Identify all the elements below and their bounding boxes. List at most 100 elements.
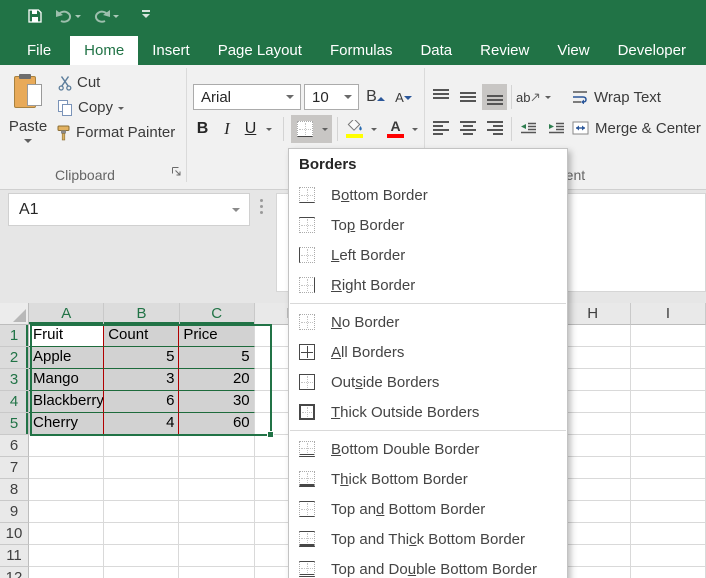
orientation-button[interactable]: ab xyxy=(516,84,541,110)
cut-button[interactable]: Cut xyxy=(58,74,100,91)
cell-A12[interactable] xyxy=(29,567,104,578)
menu-item-bottom-double-border[interactable]: Bottom Double Border xyxy=(289,434,567,464)
align-left-button[interactable] xyxy=(428,114,453,142)
clipboard-dialog-launcher-icon[interactable] xyxy=(171,164,182,182)
tab-insert[interactable]: Insert xyxy=(138,36,204,65)
cell-C5[interactable]: 60 xyxy=(179,413,254,435)
row-header-4[interactable]: 4 xyxy=(0,391,29,413)
menu-item-no-border[interactable]: No Border xyxy=(289,307,567,337)
cell-I11[interactable] xyxy=(631,545,706,567)
cell-I12[interactable] xyxy=(631,567,706,578)
row-header-2[interactable]: 2 xyxy=(0,347,29,369)
row-header-1[interactable]: 1 xyxy=(0,325,29,347)
cell-C7[interactable] xyxy=(179,457,254,479)
cell-B4[interactable]: 6 xyxy=(104,391,179,413)
customize-quick-access-icon[interactable] xyxy=(142,10,150,22)
bold-button[interactable]: B xyxy=(191,115,214,143)
cell-B5[interactable]: 4 xyxy=(104,413,179,435)
cell-C8[interactable] xyxy=(179,479,254,501)
column-header-a[interactable]: A xyxy=(29,303,104,325)
wrap-text-button[interactable]: Wrap Text xyxy=(572,84,661,110)
cell-B10[interactable] xyxy=(104,523,179,545)
tab-formulas[interactable]: Formulas xyxy=(316,36,407,65)
decrease-indent-button[interactable] xyxy=(516,114,541,142)
cell-I1[interactable] xyxy=(631,325,706,347)
cell-B1[interactable]: Count xyxy=(104,325,179,347)
menu-item-all-borders[interactable]: All Borders xyxy=(289,337,567,367)
middle-align-button[interactable] xyxy=(455,84,480,110)
cell-C12[interactable] xyxy=(179,567,254,578)
save-icon[interactable] xyxy=(24,5,46,27)
cell-A3[interactable]: Mango xyxy=(29,369,104,391)
borders-button[interactable] xyxy=(291,115,318,143)
cell-A11[interactable] xyxy=(29,545,104,567)
copy-dropdown-icon[interactable] xyxy=(118,107,124,113)
cell-I2[interactable] xyxy=(631,347,706,369)
row-header-9[interactable]: 9 xyxy=(0,501,29,523)
cell-B11[interactable] xyxy=(104,545,179,567)
font-color-button[interactable]: A xyxy=(383,115,408,143)
cell-B9[interactable] xyxy=(104,501,179,523)
row-header-6[interactable]: 6 xyxy=(0,435,29,457)
font-color-dropdown[interactable] xyxy=(408,115,421,143)
font-size-combo[interactable]: 10 xyxy=(304,84,359,110)
cell-A6[interactable] xyxy=(29,435,104,457)
cell-B8[interactable] xyxy=(104,479,179,501)
cell-A4[interactable]: Blackberry xyxy=(29,391,104,413)
tab-view[interactable]: View xyxy=(543,36,603,65)
name-box-dropdown-icon[interactable] xyxy=(232,208,240,216)
tab-home[interactable]: Home xyxy=(70,36,138,65)
shrink-font-button[interactable]: A xyxy=(391,84,416,110)
cell-A1[interactable]: Fruit xyxy=(29,325,104,347)
cell-C3[interactable]: 20 xyxy=(179,369,254,391)
copy-button[interactable]: Copy xyxy=(58,99,124,116)
menu-item-top-and-double-bottom-border[interactable]: Top and Double Bottom Border xyxy=(289,554,567,578)
tab-data[interactable]: Data xyxy=(406,36,466,65)
align-right-button[interactable] xyxy=(482,114,507,142)
align-center-button[interactable] xyxy=(455,114,480,142)
menu-item-top-and-bottom-border[interactable]: Top and Bottom Border xyxy=(289,494,567,524)
menu-item-outside-borders[interactable]: Outside Borders xyxy=(289,367,567,397)
paste-dropdown-icon[interactable] xyxy=(24,139,32,147)
cell-I10[interactable] xyxy=(631,523,706,545)
menu-item-thick-bottom-border[interactable]: Thick Bottom Border xyxy=(289,464,567,494)
name-box[interactable]: A1 xyxy=(8,193,250,226)
cell-C9[interactable] xyxy=(179,501,254,523)
row-header-12[interactable]: 12 xyxy=(0,567,29,578)
bottom-align-button[interactable] xyxy=(482,84,507,110)
menu-item-bottom-border[interactable]: Bottom Border xyxy=(289,180,567,210)
cell-C2[interactable]: 5 xyxy=(179,347,254,369)
cell-C11[interactable] xyxy=(179,545,254,567)
grow-font-button[interactable]: B xyxy=(363,84,388,110)
cell-C6[interactable] xyxy=(179,435,254,457)
cell-B12[interactable] xyxy=(104,567,179,578)
row-header-11[interactable]: 11 xyxy=(0,545,29,567)
cell-B6[interactable] xyxy=(104,435,179,457)
top-align-button[interactable] xyxy=(428,84,453,110)
fill-color-button[interactable] xyxy=(342,115,367,143)
cell-B7[interactable] xyxy=(104,457,179,479)
underline-dropdown[interactable] xyxy=(261,115,276,143)
italic-button[interactable]: I xyxy=(217,115,237,143)
cell-A10[interactable] xyxy=(29,523,104,545)
borders-dropdown-button[interactable] xyxy=(318,115,332,143)
cell-I7[interactable] xyxy=(631,457,706,479)
cell-A2[interactable]: Apple xyxy=(29,347,104,369)
format-painter-button[interactable]: Format Painter xyxy=(56,124,175,141)
menu-item-top-and-thick-bottom-border[interactable]: Top and Thick Bottom Border xyxy=(289,524,567,554)
cell-I6[interactable] xyxy=(631,435,706,457)
tab-file[interactable]: File xyxy=(8,36,70,65)
tab-developer[interactable]: Developer xyxy=(604,36,700,65)
row-header-10[interactable]: 10 xyxy=(0,523,29,545)
menu-item-right-border[interactable]: Right Border xyxy=(289,270,567,300)
increase-indent-button[interactable] xyxy=(544,114,569,142)
row-header-7[interactable]: 7 xyxy=(0,457,29,479)
font-name-dropdown-icon[interactable] xyxy=(286,95,294,103)
tab-page-layout[interactable]: Page Layout xyxy=(204,36,316,65)
redo-dropdown-icon[interactable] xyxy=(113,15,119,21)
cell-B2[interactable]: 5 xyxy=(104,347,179,369)
column-header-b[interactable]: B xyxy=(104,303,179,325)
row-header-5[interactable]: 5 xyxy=(0,413,29,435)
cell-I4[interactable] xyxy=(631,391,706,413)
menu-item-thick-outside-borders[interactable]: Thick Outside Borders xyxy=(289,397,567,427)
